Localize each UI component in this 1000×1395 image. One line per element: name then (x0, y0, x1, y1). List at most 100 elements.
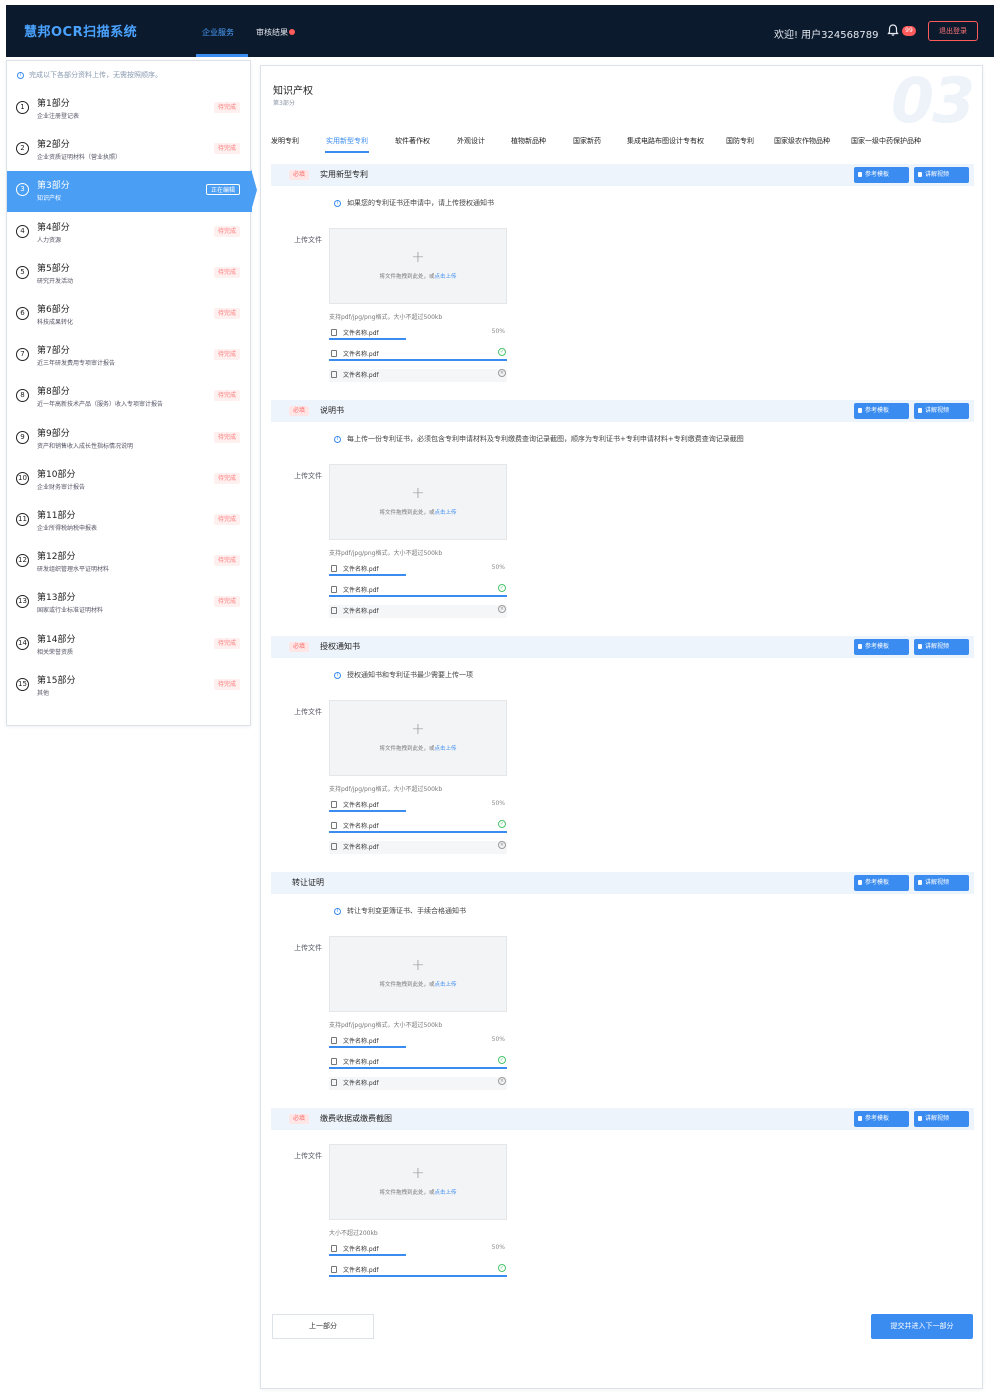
click-upload-link[interactable]: 点击上传 (435, 1190, 457, 1196)
reference-template-button[interactable]: 参考模板 (854, 875, 909, 891)
tutorial-video-button[interactable]: 讲解视频 (914, 875, 969, 891)
page-title: 知识产权 (273, 86, 313, 97)
tutorial-video-button[interactable]: 讲解视频 (914, 403, 969, 419)
tutorial-video-button[interactable]: 讲解视频 (914, 1111, 969, 1127)
tab-defense-patent[interactable]: 国防专利 (726, 136, 754, 146)
step-number: 5 (16, 265, 29, 279)
click-upload-link[interactable]: 点击上传 (435, 274, 457, 280)
template-button-label: 参考模板 (865, 1115, 890, 1122)
sidebar-item-part-1[interactable]: 1 第1部分 企业注册登记表 待完成 (7, 89, 252, 130)
sidebar-item-part-3[interactable]: 3 第3部分 知识产权 正在编辑 (7, 171, 252, 213)
uploaded-file[interactable]: 文件名称.pdf ✓ (329, 1056, 507, 1069)
file-dropzone[interactable]: + 将文件拖拽到此处，或点击上传 (329, 228, 507, 304)
tutorial-video-button[interactable]: 讲解视频 (914, 167, 969, 183)
sidebar-item-part-13[interactable]: 13 第13部分 国家或行业标准证明材料 待完成 (7, 583, 252, 624)
tab-new-drug[interactable]: 国家新药 (573, 136, 601, 146)
reference-template-button[interactable]: 参考模板 (854, 167, 909, 183)
remove-file-icon[interactable]: × (498, 841, 506, 849)
upload-percent: 50% (491, 1036, 505, 1043)
bell-icon[interactable] (886, 23, 900, 37)
file-name: 文件名称.pdf (343, 1038, 379, 1045)
file-name: 文件名称.pdf (343, 330, 379, 337)
sidebar-item-part-10[interactable]: 10 第10部分 企业财务审计报告 待完成 (7, 460, 252, 501)
tab-utility-model[interactable]: 实用新型专利 (326, 136, 368, 146)
click-upload-link[interactable]: 点击上传 (435, 982, 457, 988)
upload-complete-bar (329, 595, 507, 597)
uploaded-file-hover[interactable]: 文件名称.pdf × (329, 1077, 507, 1090)
uploaded-file[interactable]: 文件名称.pdf ✓ (329, 584, 507, 597)
uploaded-file-hover[interactable]: 文件名称.pdf × (329, 605, 507, 618)
file-dropzone[interactable]: + 将文件拖拽到此处，或点击上传 (329, 1144, 507, 1220)
file-icon (331, 843, 337, 850)
sidebar-item-part-8[interactable]: 8 第8部分 近一年高新技术产品（服务）收入专项审计报告 待完成 (7, 377, 252, 418)
sidebar-item-part-9[interactable]: 9 第9部分 资产和销售收入成长性指标情况说明 待完成 (7, 419, 252, 460)
uploaded-file-hover[interactable]: 文件名称.pdf × (329, 369, 507, 382)
sidebar-item-part-5[interactable]: 5 第5部分 研究开发活动 待完成 (7, 254, 252, 295)
uploading-file[interactable]: 文件名称.pdf 50% (329, 327, 507, 340)
uploaded-file[interactable]: 文件名称.pdf ✓ (329, 820, 507, 833)
sidebar-item-part-14[interactable]: 14 第14部分 相关荣誉资质 待完成 (7, 625, 252, 666)
upload-complete-bar (329, 359, 507, 361)
app-logo[interactable]: 慧邦OCR扫描系统 (24, 21, 137, 40)
reference-template-button[interactable]: 参考模板 (854, 639, 909, 655)
sidebar-item-part-15[interactable]: 15 第15部分 其他 待完成 (7, 666, 252, 707)
upload-label: 上传文件 (294, 472, 322, 480)
tab-software-copyright[interactable]: 软件著作权 (395, 136, 430, 146)
reference-template-button[interactable]: 参考模板 (854, 1111, 909, 1127)
sidebar-item-part-12[interactable]: 12 第12部分 研发组织管理水平证明材料 待完成 (7, 542, 252, 583)
step-number: 15 (16, 677, 29, 691)
uploading-file[interactable]: 文件名称.pdf 50% (329, 563, 507, 576)
sidebar-item-part-7[interactable]: 7 第7部分 近三年研发费用专项审计报告 待完成 (7, 336, 252, 377)
ip-type-tabs: 发明专利 实用新型专利 软件著作权 外观设计 植物新品种 国家新药 集成电路布图… (261, 132, 984, 154)
sidebar-item-desc: 企业注册登记表 (37, 113, 80, 120)
section-header: 必填 授权通知书 参考模板 讲解视频 (271, 636, 974, 658)
info-icon: i (334, 435, 341, 443)
tab-ic-layout[interactable]: 集成电路布图设计专有权 (627, 136, 704, 146)
uploading-file[interactable]: 文件名称.pdf 50% (329, 799, 507, 812)
reference-template-button[interactable]: 参考模板 (854, 403, 909, 419)
click-upload-link[interactable]: 点击上传 (435, 746, 457, 752)
click-upload-link[interactable]: 点击上传 (435, 510, 457, 516)
tab-tcm-protection[interactable]: 国家一级中药保护品种 (851, 136, 921, 146)
sidebar-item-part-2[interactable]: 2 第2部分 企业资质证明材料（营业执照） 待完成 (7, 130, 252, 171)
sidebar-item-part-11[interactable]: 11 第11部分 企业所得税纳税申报表 待完成 (7, 501, 252, 542)
nav-review-results[interactable]: 审核结果 (256, 27, 295, 38)
remove-file-icon[interactable]: × (498, 1077, 506, 1085)
uploading-file[interactable]: 文件名称.pdf 50% (329, 1035, 507, 1048)
sidebar-item-desc: 研发组织管理水平证明材料 (37, 566, 110, 574)
remove-file-icon[interactable]: × (498, 369, 506, 377)
file-dropzone[interactable]: + 将文件拖拽到此处，或点击上传 (329, 700, 507, 776)
step-number: 11 (16, 513, 29, 526)
submit-next-button[interactable]: 提交并进入下一部分 (871, 1314, 973, 1339)
sidebar-item-part-4[interactable]: 4 第4部分 人力资源 待完成 (7, 213, 252, 254)
sidebar-item-title: 第9部分 (37, 428, 70, 439)
sidebar-item-desc: 企业资质证明材料（营业执照） (37, 154, 122, 162)
step-number: 10 (16, 471, 29, 485)
file-dropzone[interactable]: + 将文件拖拽到此处，或点击上传 (329, 936, 507, 1012)
uploaded-file[interactable]: 文件名称.pdf ✓ (329, 348, 507, 361)
section-header: 转让证明 参考模板 讲解视频 (271, 872, 974, 894)
file-icon (331, 1245, 337, 1252)
uploaded-file[interactable]: 文件名称.pdf ✓ (329, 1264, 507, 1277)
file-icon (331, 1266, 337, 1273)
tab-crop-variety[interactable]: 国家级农作物品种 (774, 136, 830, 146)
file-dropzone[interactable]: + 将文件拖拽到此处，或点击上传 (329, 464, 507, 540)
sidebar-item-title: 第2部分 (37, 140, 70, 151)
tab-plant-variety[interactable]: 植物新品种 (511, 136, 546, 146)
file-name: 文件名称.pdf (343, 802, 379, 809)
step-number: 6 (16, 307, 29, 320)
nav-enterprise-service[interactable]: 企业服务 (202, 27, 234, 38)
sidebar-item-title: 第13部分 (37, 593, 76, 604)
logout-button[interactable]: 退出登录 (928, 21, 978, 41)
tutorial-video-button[interactable]: 讲解视频 (914, 639, 969, 655)
tab-invention-patent[interactable]: 发明专利 (271, 136, 299, 146)
check-circle-icon: ✓ (498, 584, 506, 592)
uploaded-file-hover[interactable]: 文件名称.pdf × (329, 841, 507, 854)
previous-section-button[interactable]: 上一部分 (272, 1314, 374, 1339)
uploading-file[interactable]: 文件名称.pdf 50% (329, 1243, 507, 1256)
sidebar-item-part-6[interactable]: 6 第6部分 科技成果转化 待完成 (7, 295, 252, 336)
remove-file-icon[interactable]: × (498, 605, 506, 613)
info-icon: i (334, 671, 341, 679)
tab-design[interactable]: 外观设计 (457, 136, 485, 146)
sidebar-item-desc: 企业财务审计报告 (37, 483, 86, 491)
